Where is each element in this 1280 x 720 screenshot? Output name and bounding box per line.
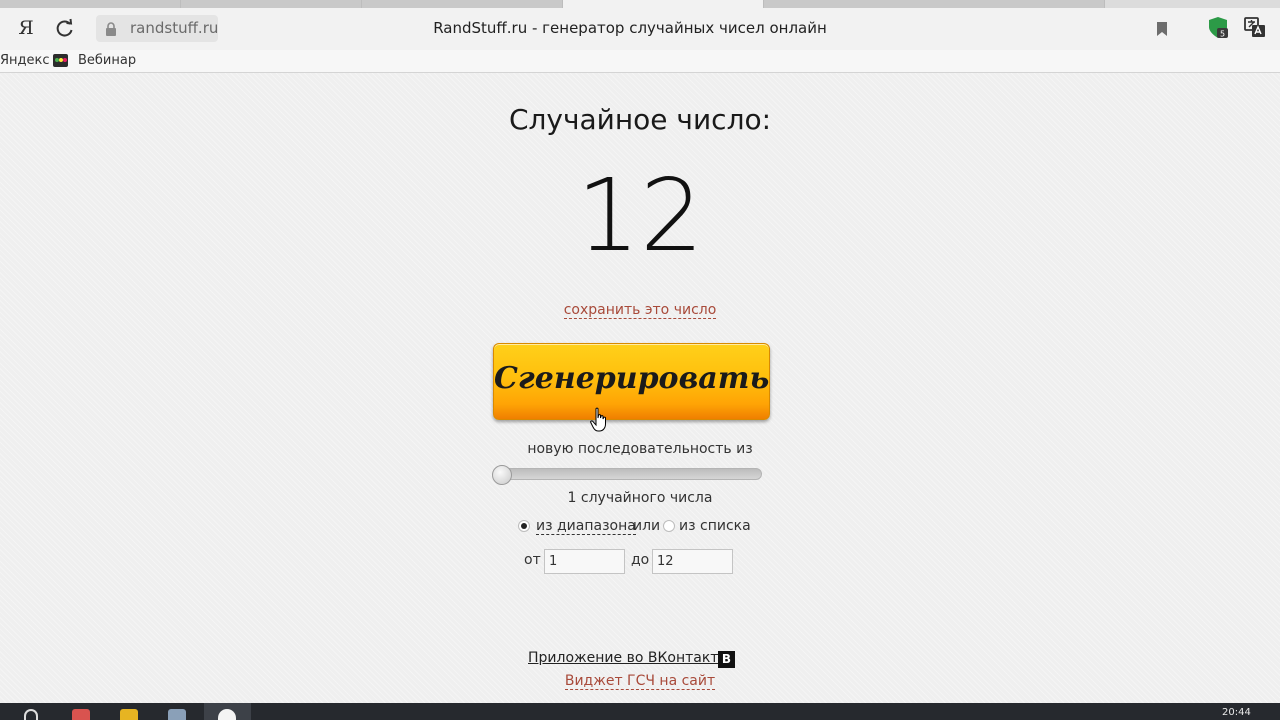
range-from-input[interactable] — [544, 549, 625, 574]
count-slider-handle[interactable] — [492, 465, 512, 485]
range-radio[interactable] — [518, 520, 530, 532]
app-icon[interactable] — [72, 709, 90, 720]
bookmarks-bar: Яндекс Вебинар — [0, 50, 1280, 73]
app-icon[interactable] — [168, 709, 186, 720]
list-radio[interactable] — [663, 520, 675, 532]
reload-icon[interactable] — [54, 17, 76, 39]
result-heading: Случайное число: — [508, 103, 772, 136]
extension-badge: 5 — [1220, 30, 1225, 39]
widget-link-row: Виджет ГСЧ на сайт — [0, 670, 1280, 690]
save-number-row: сохранить это число — [0, 299, 1280, 319]
generate-button[interactable]: Сгенерировать — [493, 343, 770, 420]
lock-icon — [106, 22, 116, 36]
translate-icon[interactable] — [1243, 16, 1267, 40]
to-label: до — [631, 552, 650, 568]
bookmark-yandex[interactable]: Яндекс — [0, 53, 50, 68]
bookmark-webinar[interactable]: Вебинар — [78, 53, 136, 68]
list-radio-label[interactable]: из списка — [679, 518, 751, 534]
search-icon[interactable] — [24, 709, 38, 720]
bookmark-icon[interactable] — [1156, 21, 1168, 37]
vk-icon[interactable]: В — [718, 651, 735, 668]
from-label: от — [524, 552, 541, 568]
browser-tab-active[interactable] — [563, 0, 764, 8]
browser-tab[interactable] — [0, 0, 181, 8]
page-content: Случайное число: 12 сохранить это число … — [0, 73, 1280, 703]
browser-tab[interactable] — [181, 0, 362, 8]
browser-toolbar: Я randstuff.ru RandStuff.ru - генератор … — [0, 8, 1280, 50]
hand-cursor-icon — [590, 407, 606, 432]
count-slider-track[interactable] — [493, 468, 762, 480]
yandex-button[interactable]: Я — [16, 17, 36, 39]
random-number: 12 — [576, 157, 704, 274]
vk-app-link[interactable]: Приложение во ВКонтакте — [528, 650, 727, 666]
save-number-link[interactable]: сохранить это число — [563, 302, 717, 319]
count-label: 1 случайного числа — [567, 490, 713, 506]
page-title: RandStuff.ru - генератор случайных чисел… — [433, 19, 827, 37]
tab-strip — [0, 0, 1280, 8]
or-text: или — [633, 518, 661, 534]
range-to-input[interactable] — [652, 549, 733, 574]
folder-icon[interactable] — [120, 709, 138, 720]
taskbar: 20:44 — [0, 703, 1280, 720]
widget-link[interactable]: Виджет ГСЧ на сайт — [564, 673, 716, 690]
browser-tab[interactable] — [362, 0, 563, 8]
clock[interactable]: 20:44 — [1222, 707, 1251, 718]
webinar-icon — [53, 54, 68, 67]
sequence-label: новую последовательность из — [527, 441, 753, 457]
url-text[interactable]: randstuff.ru — [130, 19, 218, 37]
range-radio-label[interactable]: из диапазона — [536, 518, 636, 535]
browser-icon[interactable] — [218, 709, 236, 720]
adblock-shield-icon[interactable]: 5 — [1206, 16, 1230, 40]
browser-tab[interactable] — [764, 0, 1105, 8]
